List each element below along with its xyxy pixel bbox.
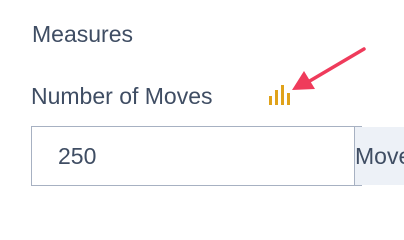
moves-number-input[interactable]: [32, 127, 354, 185]
measures-panel: Measures Number of Moves Moves: [0, 0, 404, 230]
field-label: Number of Moves: [31, 83, 213, 109]
arrow-icon: [292, 47, 366, 90]
unit-addon: Moves: [354, 127, 404, 185]
moves-input-group: Moves: [31, 126, 404, 186]
section-title: Measures: [32, 21, 133, 47]
